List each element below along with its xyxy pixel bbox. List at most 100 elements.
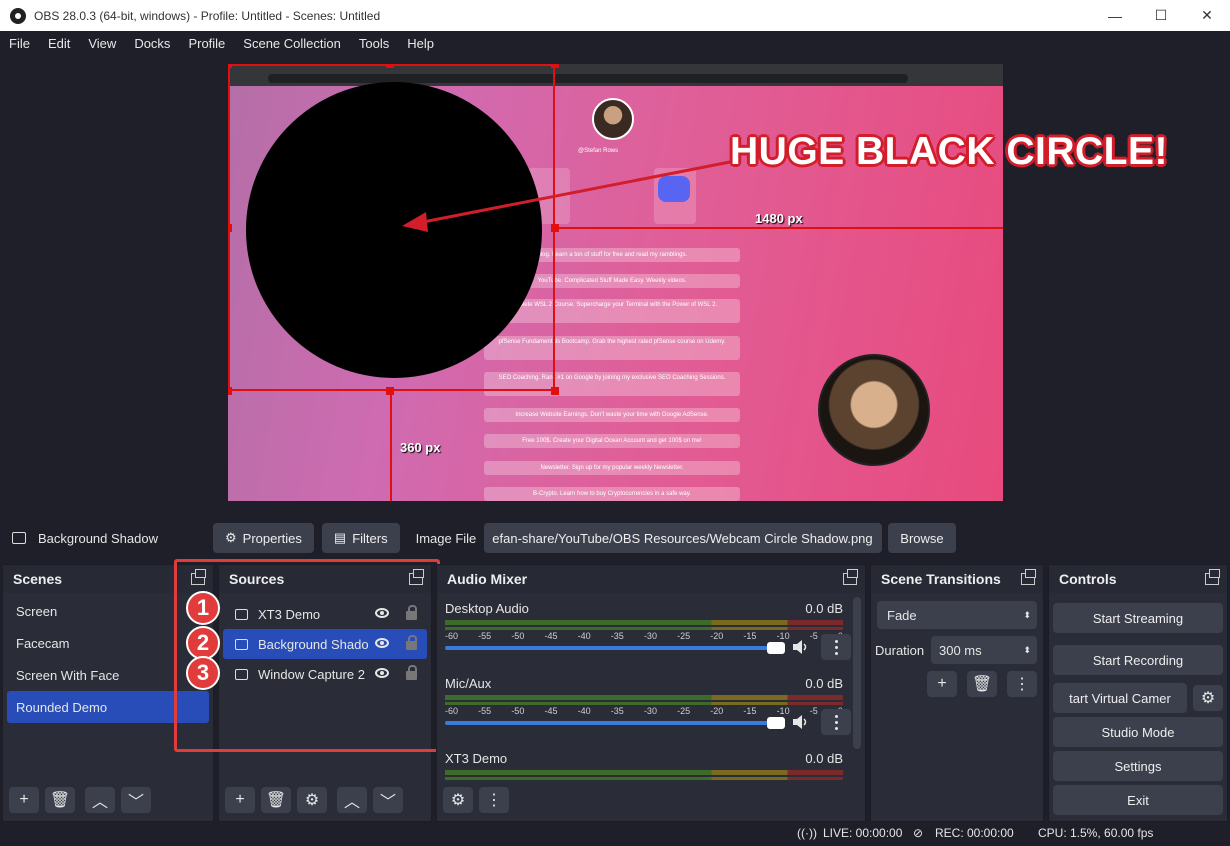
volume-meter [445,777,843,780]
menu-view[interactable]: View [79,36,125,51]
move-scene-down-button[interactable]: ﹀ [121,787,151,813]
close-button[interactable]: ✕ [1184,0,1230,31]
slider-handle[interactable] [767,717,785,729]
meter-ticks: -60-55-50-45-40-35-30-25-20-15-10-50 [445,706,843,716]
menu-tools[interactable]: Tools [350,36,398,51]
properties-button[interactable]: ⚙ Properties [213,523,314,553]
audio-mixer-dock: Audio Mixer Desktop Audio 0.0 dB -60 -55-… [436,564,866,822]
duration-spinbox[interactable]: 300 ms ⬍ [931,636,1037,664]
resize-handle[interactable] [228,224,232,232]
browse-button[interactable]: Browse [888,523,956,553]
channel-menu-button[interactable] [821,709,851,735]
width-guide-line [555,227,1003,229]
slider-handle[interactable] [767,642,785,654]
obs-logo-icon [10,7,26,24]
scene-transitions-dock: Scene Transitions Fade ⬍ Duration 300 ms… [870,564,1044,822]
transition-menu-button[interactable]: ⋮ [1007,671,1037,697]
live-signal-icon: ((·)) [797,826,817,840]
black-circle-shadow[interactable] [246,82,542,378]
resize-handle[interactable] [386,64,394,68]
exit-button[interactable]: Exit [1053,785,1223,815]
menu-profile[interactable]: Profile [179,36,234,51]
link-row: Newsletter. Sign up for my popular weekl… [484,461,740,475]
rec-timer: REC: 00:00:00 [935,826,1014,840]
source-properties-gear-icon[interactable]: ⚙ [297,787,327,813]
menu-docks[interactable]: Docks [125,36,179,51]
channel-xt3-demo: XT3 Demo 0.0 dB [445,751,843,781]
status-bar: ((·)) LIVE: 00:00:00 ⊘ REC: 00:00:00 CPU… [0,822,1230,846]
annotation-callout: HUGE BLACK CIRCLE! [730,130,1168,173]
add-scene-button[interactable]: + [9,787,39,813]
cpu-fps-readout: CPU: 1.5%, 60.00 fps [1038,826,1154,840]
menu-help[interactable]: Help [398,36,443,51]
settings-button[interactable]: Settings [1053,751,1223,781]
resize-handle[interactable] [228,387,232,395]
speaker-icon[interactable] [792,639,810,655]
add-source-button[interactable]: + [225,787,255,813]
move-scene-up-button[interactable]: ︿ [85,787,115,813]
filters-button[interactable]: ▤ Filters [321,523,400,553]
controls-title: Controls [1059,571,1117,587]
mixer-menu-button[interactable]: ⋮ [479,787,509,813]
add-transition-button[interactable]: + [927,671,957,697]
resize-handle[interactable] [551,387,559,395]
scenes-title: Scenes [13,571,63,587]
volume-slider[interactable] [445,717,785,729]
source-toolbar: Background Shadow ⚙ Properties ▤ Filters… [0,518,1230,558]
annotation-badge-1: 1 [186,591,220,625]
preview-area[interactable]: @Stefan Rows Blog. Learn a ton of stuff … [0,56,1230,516]
volume-meter [445,627,843,630]
move-source-down-button[interactable]: ﹀ [373,787,403,813]
undock-icon[interactable] [843,569,858,585]
menu-edit[interactable]: Edit [39,36,79,51]
start-virtual-camera-button[interactable]: tart Virtual Camer [1053,683,1187,713]
move-source-up-button[interactable]: ︿ [337,787,367,813]
start-recording-button[interactable]: Start Recording [1053,645,1223,675]
virtual-camera-settings-gear-icon[interactable]: ⚙ [1193,685,1223,711]
studio-mode-button[interactable]: Studio Mode [1053,717,1223,747]
minimize-button[interactable]: — [1092,0,1138,31]
controls-dock: Controls Start Streaming Start Recording… [1048,564,1228,822]
discord-icon [658,176,690,202]
menu-scene-collection[interactable]: Scene Collection [234,36,350,51]
channel-mic-aux: Mic/Aux 0.0 dB -60 -55 -50 -45 -40 -35 -30 -25-… [445,676,851,748]
spinner-icon: ⬍ [1023,644,1031,655]
image-file-path-field[interactable]: efan-share/YouTube/OBS Resources/Webcam … [484,523,883,553]
channel-menu-button[interactable] [821,634,851,660]
profile-handle: @Stefan Rows [578,148,619,154]
resize-handle[interactable] [228,64,232,68]
speaker-icon[interactable] [792,714,810,730]
maximize-button[interactable]: ☐ [1138,0,1184,31]
profile-avatar [592,98,634,140]
webcam-circle[interactable] [818,354,930,466]
title-bar: OBS 28.0.3 (64-bit, windows) - Profile: … [0,0,1230,31]
filter-icon: ▤ [333,530,347,545]
resize-handle[interactable] [551,64,559,68]
mixer-scrollbar[interactable] [853,597,861,749]
annotation-badge-3: 3 [186,656,220,690]
volume-meter [445,695,843,700]
menu-file[interactable]: File [0,36,39,51]
remove-source-button[interactable]: 🗑 [261,787,291,813]
remove-transition-button[interactable]: 🗑 [967,671,997,697]
scene-transitions-title: Scene Transitions [881,571,1001,587]
mixer-settings-gear-icon[interactable]: ⚙ [443,787,473,813]
meter-ticks: -60-55-50-45-40-35-30-25-20-15-10-50 [445,631,843,641]
selected-source-bounds[interactable] [228,64,555,391]
volume-slider[interactable] [445,642,785,654]
volume-meter [445,770,843,775]
width-measure-label: 1480 px [755,211,803,226]
remove-scene-button[interactable]: 🗑 [45,787,75,813]
image-file-label: Image File [415,530,477,546]
channel-desktop-audio: Desktop Audio 0.0 dB -60 -55 -50 -45 -40 -35-… [445,601,851,673]
menu-bar: File Edit View Docks Profile Scene Colle… [0,31,1230,56]
start-streaming-button[interactable]: Start Streaming [1053,603,1223,633]
volume-meter [445,702,843,705]
undock-icon[interactable] [1021,569,1036,585]
link-row: B-Crypto. Learn how to buy Cryptocurrenc… [484,487,740,501]
transition-select[interactable]: Fade ⬍ [877,601,1037,629]
volume-meter [445,620,843,625]
undock-icon[interactable] [1205,569,1220,585]
link-row: Free 100$. Create your Digital Ocean Acc… [484,434,740,448]
height-measure-label: 360 px [400,440,441,455]
